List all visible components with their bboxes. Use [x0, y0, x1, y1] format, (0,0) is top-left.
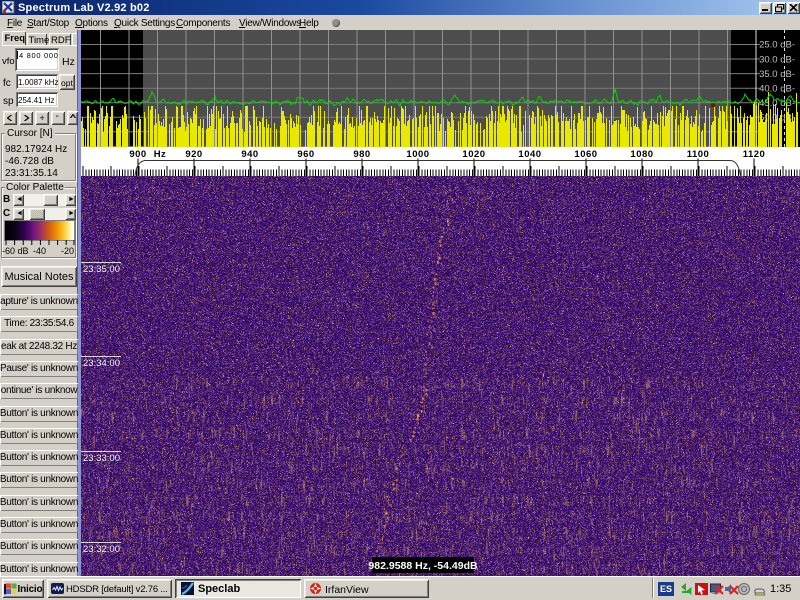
svg-text:23:32:00: 23:32:00: [83, 544, 120, 555]
svg-text:Hz: Hz: [154, 149, 167, 160]
svg-text:920: 920: [185, 149, 202, 160]
svg-text:900: 900: [129, 149, 146, 160]
svg-text:980: 980: [353, 149, 370, 160]
svg-text:1060: 1060: [574, 149, 597, 160]
svg-text:1080: 1080: [630, 149, 653, 160]
svg-text:1040: 1040: [518, 149, 541, 160]
svg-text:23:34:00: 23:34:00: [83, 358, 120, 369]
svg-text:1100: 1100: [687, 149, 710, 160]
svg-text:35.0 dB-: 35.0 dB-: [759, 69, 795, 80]
svg-text:23:33:00: 23:33:00: [83, 453, 120, 464]
svg-text:1120: 1120: [743, 149, 766, 160]
svg-text:25.0 dB-: 25.0 dB-: [759, 40, 795, 51]
svg-text:40.0 dB-: 40.0 dB-: [759, 84, 795, 95]
svg-text:960: 960: [297, 149, 314, 160]
svg-text:1020: 1020: [462, 149, 485, 160]
svg-text:23:35:00: 23:35:00: [83, 264, 120, 275]
svg-text:940: 940: [241, 149, 258, 160]
svg-text:30.0 dB-: 30.0 dB-: [759, 55, 795, 66]
svg-text:1000: 1000: [406, 149, 429, 160]
svg-text:982.9588 Hz, -54.49dB: 982.9588 Hz, -54.49dB: [368, 560, 478, 572]
